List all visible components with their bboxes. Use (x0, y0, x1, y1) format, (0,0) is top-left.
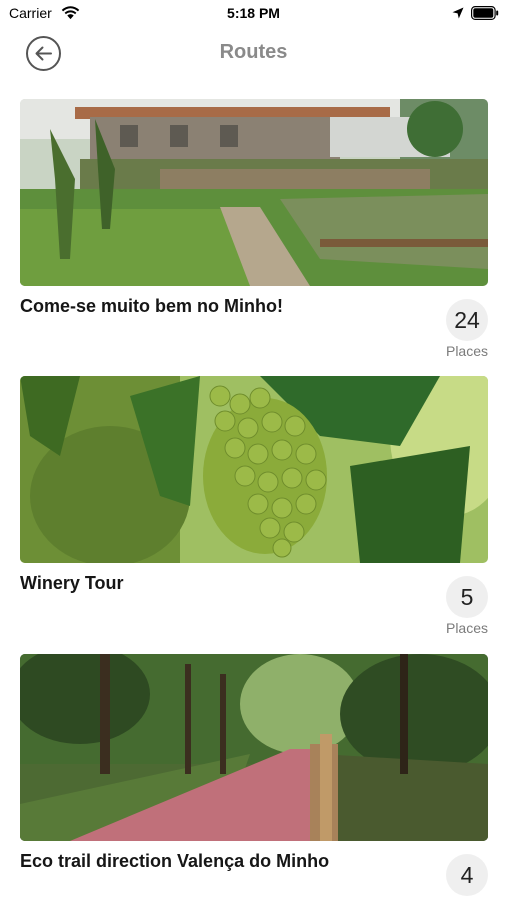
places-label: Places (445, 620, 489, 636)
status-time: 5:18 PM (227, 5, 280, 21)
route-title: Eco trail direction Valença do Minho (20, 851, 330, 871)
nav-bar: Routes (0, 30, 507, 76)
route-card[interactable]: Winery Tour 5 Places (20, 376, 488, 638)
route-image-stone-house (20, 99, 488, 286)
battery-icon (471, 6, 499, 20)
route-card[interactable]: Come-se muito bem no Minho! 24 Places (20, 99, 488, 361)
route-image-grapes (20, 376, 488, 563)
places-count-badge: 5 (446, 576, 488, 618)
route-image-forest-path (20, 654, 488, 841)
places-label: Places (445, 343, 489, 359)
route-card[interactable]: Eco trail direction Valença do Minho 4 (20, 654, 488, 900)
location-arrow-icon (452, 7, 464, 19)
status-bar: Carrier 5:18 PM (0, 0, 507, 28)
page-title: Routes (219, 41, 288, 63)
places-count-badge: 4 (446, 854, 488, 896)
route-title: Winery Tour (20, 573, 124, 593)
route-title: Come-se muito bem no Minho! (20, 296, 283, 316)
places-count-badge: 24 (446, 299, 488, 341)
